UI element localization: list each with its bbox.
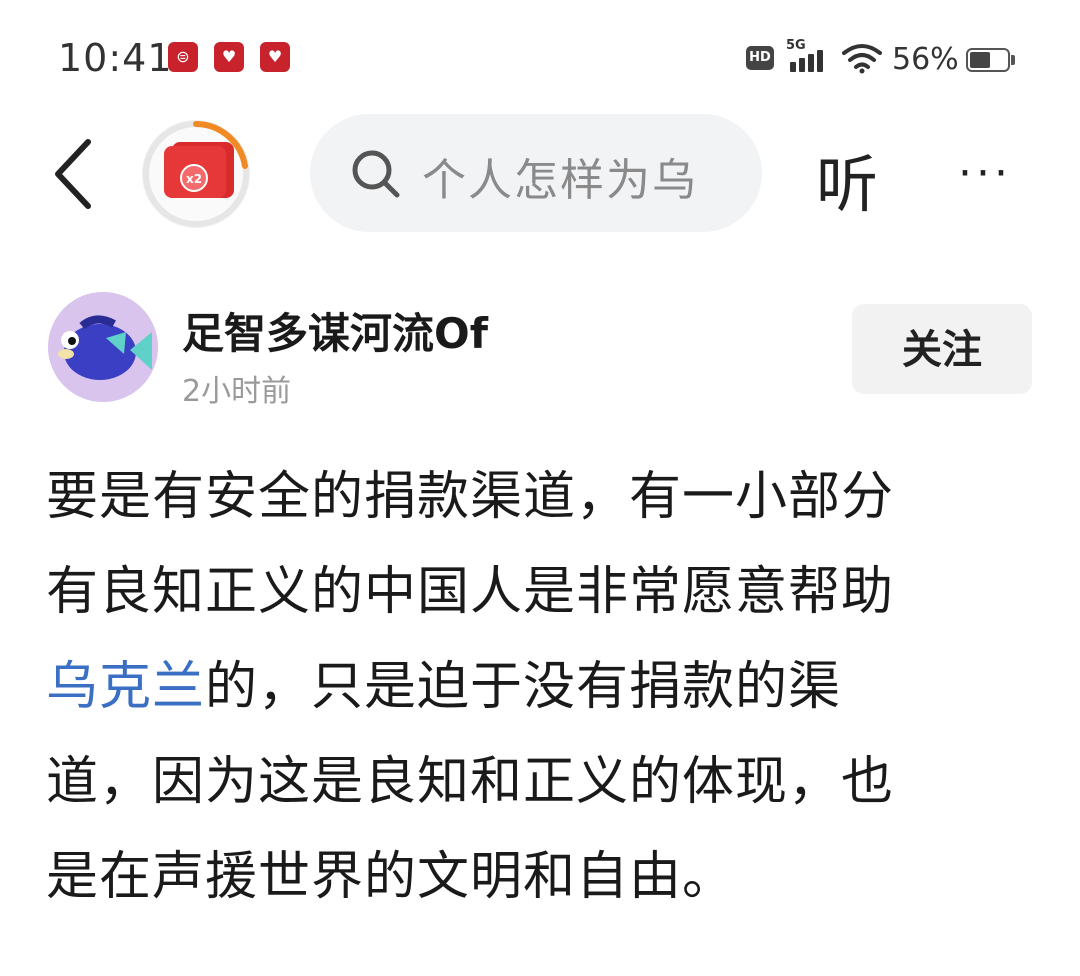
- ukraine-link[interactable]: 乌克兰: [46, 657, 205, 717]
- article-line-text: 的，只是迫于没有捐款的渠: [205, 657, 842, 717]
- back-button[interactable]: [46, 136, 106, 212]
- hd-icon: HD: [746, 46, 774, 70]
- listen-button[interactable]: 听: [816, 134, 878, 224]
- 618-app-icon: ♥: [260, 42, 290, 72]
- wifi-icon: [842, 44, 882, 74]
- more-options-button[interactable]: ···: [958, 148, 1012, 199]
- article-line: 是在声援世界的文明和自由。: [46, 847, 736, 907]
- article-body: 要是有安全的捐款渠道，有一小部分 有良知正义的中国人是非常愿意帮助 乌克兰的，只…: [46, 450, 1036, 925]
- battery-icon: [966, 48, 1010, 72]
- multiplier-badge: x2: [180, 164, 208, 192]
- bank-app-icon: ⊜: [168, 42, 198, 72]
- author-avatar[interactable]: [48, 292, 158, 402]
- article-line: 要是有安全的捐款渠道，有一小部分: [46, 467, 895, 527]
- article-line: 乌克兰的，只是迫于没有捐款的渠: [46, 640, 1036, 735]
- article-line: 道，因为这是良知和正义的体现，也: [46, 752, 895, 812]
- battery-tip: [1011, 55, 1015, 65]
- search-placeholder: 个人怎样为乌: [422, 155, 698, 206]
- search-icon: [352, 150, 400, 198]
- red-packet-reward-button[interactable]: x2: [142, 120, 250, 228]
- fish-avatar-icon: [48, 292, 158, 402]
- signal-icon: 5G: [786, 38, 832, 74]
- status-time: 10:41: [58, 36, 173, 80]
- heart-app-icon: ♥: [214, 42, 244, 72]
- article-line: 有良知正义的中国人是非常愿意帮助: [46, 562, 895, 622]
- chevron-left-icon: [55, 139, 91, 209]
- battery-percent: 56%: [892, 42, 959, 77]
- follow-button[interactable]: 关注: [852, 304, 1032, 394]
- author-name[interactable]: 足智多谋河流Of: [182, 300, 488, 361]
- post-timestamp: 2小时前: [182, 374, 292, 409]
- search-bar[interactable]: 个人怎样为乌: [310, 114, 762, 232]
- status-bar: 10:41 ⊜ ♥ ♥ HD 5G 56%: [0, 0, 1080, 110]
